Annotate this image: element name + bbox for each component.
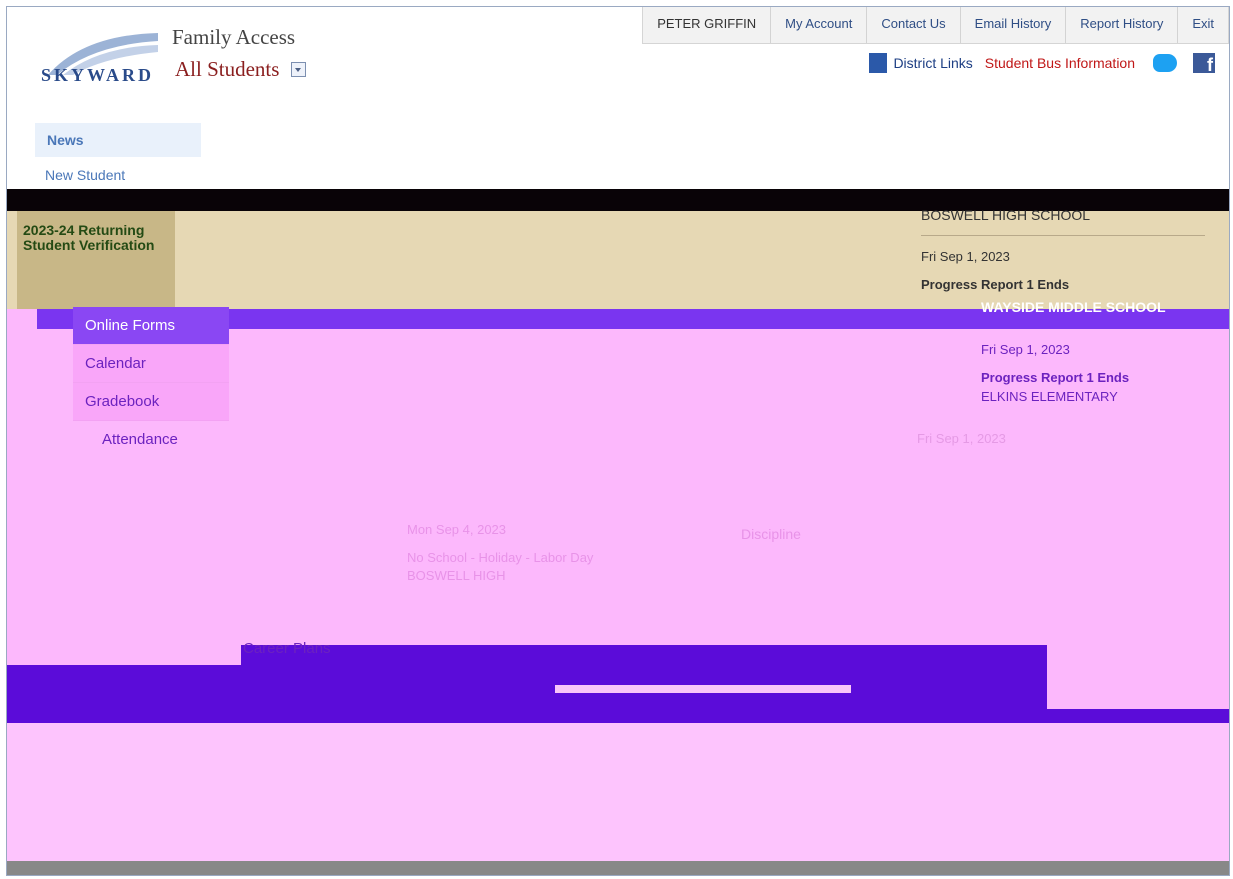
exit-link[interactable]: Exit <box>1177 7 1228 43</box>
user-name: PETER GRIFFIN <box>657 16 757 31</box>
app-name: Family Access <box>172 25 296 49</box>
glitch-strip <box>1047 645 1229 709</box>
bus-info-link[interactable]: Student Bus Information <box>985 55 1135 71</box>
my-account-link[interactable]: My Account <box>770 7 866 43</box>
new-student-link[interactable]: New Student <box>45 167 125 183</box>
sidebar-item-attendance[interactable]: Attendance <box>102 431 178 448</box>
sidebar-menu: Online Forms Calendar Gradebook <box>73 307 229 421</box>
header-links: District Links Student Bus Information f <box>869 53 1215 75</box>
glitch-strip <box>7 645 241 665</box>
footer-bar <box>7 861 1229 875</box>
event-date: Fri Sep 1, 2023 <box>917 431 1006 446</box>
twitter-icon[interactable] <box>1153 54 1177 72</box>
student-selector-label: All Students <box>175 57 280 81</box>
email-history-link[interactable]: Email History <box>959 7 1066 43</box>
event-title[interactable]: No School - Holiday - Labor Day <box>407 550 593 565</box>
browser-frame: SKYWARD Family Access All Students PETER… <box>6 6 1230 876</box>
facebook-icon[interactable]: f <box>1193 53 1215 75</box>
glitch-region <box>7 723 1229 861</box>
contact-us-link[interactable]: Contact Us <box>866 7 959 43</box>
divider <box>921 235 1205 236</box>
discipline-label[interactable]: Discipline <box>741 526 801 542</box>
event-date: Mon Sep 4, 2023 <box>407 522 507 537</box>
sidebar-item-career-plans[interactable]: Career Plans <box>243 640 331 657</box>
event-school: WAYSIDE MIDDLE SCHOOL <box>981 299 1166 315</box>
event-school: ELKINS ELEMENTARY <box>981 389 1118 404</box>
event-title[interactable]: Progress Report 1 Ends <box>981 370 1129 385</box>
district-icon[interactable] <box>869 53 888 73</box>
event-title[interactable]: Progress Report 1 Ends <box>921 277 1069 292</box>
event-date: Fri Sep 1, 2023 <box>921 249 1010 264</box>
glitch-strip <box>555 685 851 693</box>
verification-link[interactable]: 2023-24 Returning Student Verification <box>23 223 163 253</box>
content-area <box>7 211 1229 309</box>
event-school: BOSWELL HIGH <box>407 568 506 583</box>
student-selector[interactable]: All Students <box>175 57 306 82</box>
logo-text: SKYWARD <box>41 65 155 85</box>
event-date: Fri Sep 1, 2023 <box>981 342 1070 357</box>
sidebar-item-calendar[interactable]: Calendar <box>73 345 229 383</box>
sidebar-item-gradebook[interactable]: Gradebook <box>73 383 229 421</box>
district-links[interactable]: District Links <box>893 55 972 71</box>
sidebar-item-online-forms[interactable]: Online Forms <box>73 307 229 345</box>
news-tab[interactable]: News <box>35 123 201 157</box>
chevron-down-icon[interactable] <box>290 61 306 77</box>
top-nav: PETER GRIFFIN My Account Contact Us Emai… <box>642 7 1229 44</box>
event-school: BOSWELL HIGH SCHOOL <box>921 207 1091 223</box>
report-history-link[interactable]: Report History <box>1065 7 1177 43</box>
